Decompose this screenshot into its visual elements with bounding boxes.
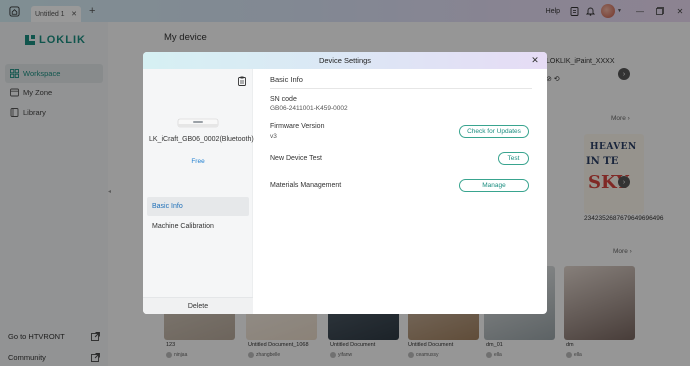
new-device-test-label: New Device Test [270, 155, 323, 162]
device-panel: LK_iCraft_GB06_0002(Bluetooth) Free Basi… [143, 69, 254, 314]
firmware-version-label: Firmware Version [270, 123, 325, 130]
close-icon[interactable]: ✕ [530, 55, 540, 65]
test-button[interactable]: Test [498, 152, 529, 165]
materials-management-label: Materials Management [270, 182, 342, 189]
sn-code-value: GB06-2411001-K459-0002 [270, 105, 348, 112]
device-name: LK_iCraft_GB06_0002(Bluetooth) [149, 136, 254, 143]
menu-item-machine-calibration[interactable]: Machine Calibration [147, 217, 249, 236]
menu-item-basic-info[interactable]: Basic Info [147, 197, 249, 216]
firmware-version-value: v3 [270, 133, 277, 140]
clipboard-icon[interactable] [238, 76, 246, 86]
dialog-header: Device Settings ✕ [143, 52, 547, 69]
device-status: Free [191, 158, 205, 165]
sn-code-label: SN code [270, 96, 297, 103]
divider [270, 88, 532, 89]
device-image [177, 118, 219, 128]
dialog-title: Device Settings [318, 56, 372, 65]
check-for-updates-button[interactable]: Check for Updates [459, 125, 529, 138]
device-settings-dialog: Device Settings ✕ LK_iCraft_GB06_0002(Bl… [143, 52, 547, 314]
section-title: Basic Info [270, 75, 303, 84]
basic-info-panel: Basic Info SN code GB06-2411001-K459-000… [254, 69, 547, 314]
delete-device-button[interactable]: Delete [143, 297, 253, 314]
manage-button[interactable]: Manage [459, 179, 529, 192]
